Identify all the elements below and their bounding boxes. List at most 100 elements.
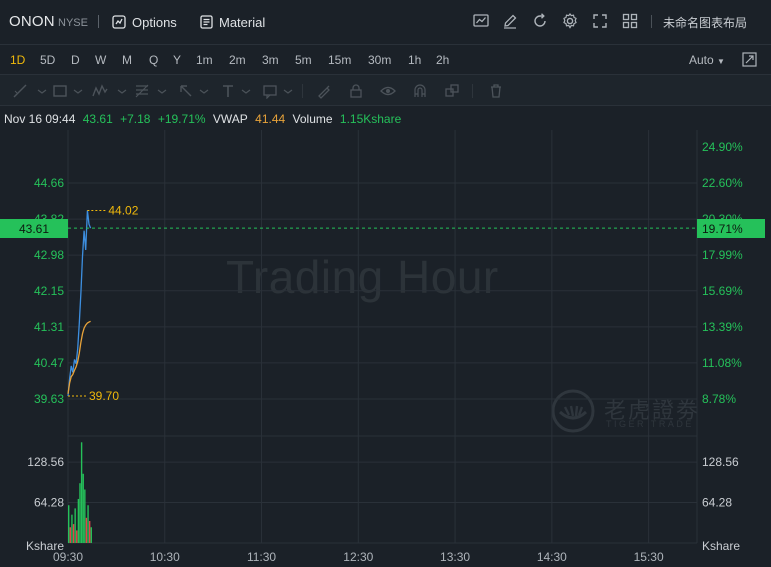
period-q[interactable]: Q bbox=[149, 53, 158, 67]
volume-bar bbox=[74, 508, 76, 543]
gear-icon[interactable] bbox=[561, 12, 579, 30]
volume-value: 1.15Kshare bbox=[339, 112, 402, 126]
volume-bar bbox=[79, 483, 81, 543]
price-tick-label: 44.66 bbox=[34, 176, 64, 190]
caret-down-icon[interactable] bbox=[238, 83, 254, 99]
volume-label: Volume bbox=[292, 112, 333, 126]
price-tick-label: 40.47 bbox=[34, 356, 64, 370]
period-1m[interactable]: 1m bbox=[196, 53, 213, 67]
toolbar-divider bbox=[302, 84, 303, 98]
volume-bar bbox=[82, 473, 84, 543]
current-pct-tag: 19.71% bbox=[697, 219, 765, 238]
magnet-icon[interactable] bbox=[412, 83, 428, 99]
options-button[interactable]: Options bbox=[112, 12, 177, 32]
volume-tick-label: 64.28 bbox=[702, 496, 732, 510]
toolbar-divider bbox=[472, 84, 473, 98]
expand-icon[interactable] bbox=[742, 52, 757, 67]
header-divider bbox=[98, 15, 99, 28]
options-label: Options bbox=[132, 14, 177, 30]
period-5d[interactable]: 5D bbox=[40, 53, 55, 67]
intraday-chart[interactable]: 09:30 10:30 11:30 12:30 13:30 14:30 15:3044.66… bbox=[0, 130, 771, 567]
chart-header: ONON NYSE Options Material 未命名图表布局 bbox=[0, 0, 771, 44]
price-tick-label: 42.15 bbox=[34, 284, 64, 298]
pct-tick-label: 15.69% bbox=[702, 284, 743, 298]
volume-bar bbox=[77, 498, 80, 543]
price-tick-label: 41.31 bbox=[34, 320, 64, 334]
scale-mode-select[interactable]: Auto ▼ bbox=[689, 53, 725, 67]
drawing-toolbar bbox=[0, 74, 771, 106]
symbol-name[interactable]: ONON bbox=[9, 13, 55, 30]
period-1d[interactable]: 1D bbox=[10, 53, 25, 67]
arrow-tool-icon[interactable] bbox=[178, 83, 194, 99]
price-line bbox=[67, 210, 92, 397]
quote-datetime: Nov 16 09:44 bbox=[4, 112, 76, 126]
high-marker-label: 44.02 bbox=[108, 203, 138, 217]
period-2h[interactable]: 2h bbox=[436, 53, 449, 67]
time-tick-label: 12:30 bbox=[343, 550, 373, 564]
rectangle-tool-icon[interactable] bbox=[52, 83, 68, 99]
trendline-tool-icon[interactable] bbox=[12, 83, 28, 99]
exchange-name: NYSE bbox=[58, 17, 88, 29]
caret-down-icon: ▼ bbox=[717, 57, 725, 66]
volume-bar bbox=[85, 517, 88, 543]
pattern-tool-icon[interactable] bbox=[92, 83, 108, 99]
layout-name[interactable]: 未命名图表布局 bbox=[663, 14, 747, 31]
volume-bar bbox=[71, 514, 73, 543]
volume-bar bbox=[76, 530, 78, 543]
lock-icon[interactable] bbox=[348, 83, 364, 99]
layers-icon[interactable] bbox=[444, 83, 460, 99]
volume-bar bbox=[88, 520, 91, 543]
period-d[interactable]: D bbox=[71, 53, 80, 67]
current-price-tag: 43.61 bbox=[0, 219, 68, 238]
period-1h[interactable]: 1h bbox=[408, 53, 421, 67]
edit-icon[interactable] bbox=[501, 12, 519, 30]
caret-down-icon[interactable] bbox=[114, 83, 130, 99]
low-marker-label: 39.70 bbox=[89, 389, 119, 403]
chart-type-icon[interactable] bbox=[472, 12, 490, 30]
material-button[interactable]: Material bbox=[200, 12, 265, 32]
caret-down-icon[interactable] bbox=[70, 83, 86, 99]
volume-bar bbox=[68, 505, 70, 543]
quote-info-line: Nov 16 09:44 43.61 +7.18 +19.71% VWAP 41… bbox=[4, 112, 405, 126]
options-icon bbox=[112, 15, 126, 29]
eye-icon[interactable] bbox=[380, 83, 396, 99]
fibonacci-tool-icon[interactable] bbox=[134, 83, 150, 99]
time-tick-label: 15:30 bbox=[634, 550, 664, 564]
period-w[interactable]: W bbox=[95, 53, 106, 67]
price-tick-label: 42.98 bbox=[34, 248, 64, 262]
scale-mode-label: Auto bbox=[689, 53, 714, 67]
time-tick-label: 11:30 bbox=[247, 550, 276, 564]
period-15m[interactable]: 15m bbox=[328, 53, 351, 67]
price-tick-label: 39.63 bbox=[34, 392, 64, 406]
volume-tick-label: 64.28 bbox=[34, 496, 64, 510]
refresh-icon[interactable] bbox=[531, 12, 549, 30]
quote-change-pct: +19.71% bbox=[157, 112, 206, 126]
header-divider bbox=[651, 15, 652, 28]
volume-bar bbox=[72, 524, 75, 543]
pct-tick-label: 11.08% bbox=[702, 356, 742, 370]
period-5m[interactable]: 5m bbox=[295, 53, 312, 67]
volume-bar bbox=[80, 442, 83, 543]
brush-icon[interactable] bbox=[316, 83, 332, 99]
period-30m[interactable]: 30m bbox=[368, 53, 391, 67]
text-tool-icon[interactable] bbox=[220, 83, 236, 99]
caret-down-icon[interactable] bbox=[196, 83, 212, 99]
vwap-value: 41.44 bbox=[255, 112, 286, 126]
caret-down-icon[interactable] bbox=[280, 83, 296, 99]
period-y[interactable]: Y bbox=[173, 53, 181, 67]
volume-tick-label: 128.56 bbox=[27, 455, 64, 469]
pct-tick-label: 22.60% bbox=[702, 176, 743, 190]
note-tool-icon[interactable] bbox=[262, 83, 278, 99]
caret-down-icon[interactable] bbox=[34, 83, 50, 99]
period-2m[interactable]: 2m bbox=[229, 53, 246, 67]
grid-layout-icon[interactable] bbox=[621, 12, 639, 30]
trash-icon[interactable] bbox=[488, 83, 504, 99]
pct-tick-label: 24.90% bbox=[702, 140, 743, 154]
volume-tick-label: 128.56 bbox=[702, 455, 739, 469]
period-m[interactable]: M bbox=[122, 53, 132, 67]
period-3m[interactable]: 3m bbox=[262, 53, 279, 67]
fullscreen-icon[interactable] bbox=[591, 12, 609, 30]
caret-down-icon[interactable] bbox=[154, 83, 170, 99]
volume-unit-label: Kshare bbox=[702, 539, 740, 553]
pct-tick-label: 8.78% bbox=[702, 392, 736, 406]
